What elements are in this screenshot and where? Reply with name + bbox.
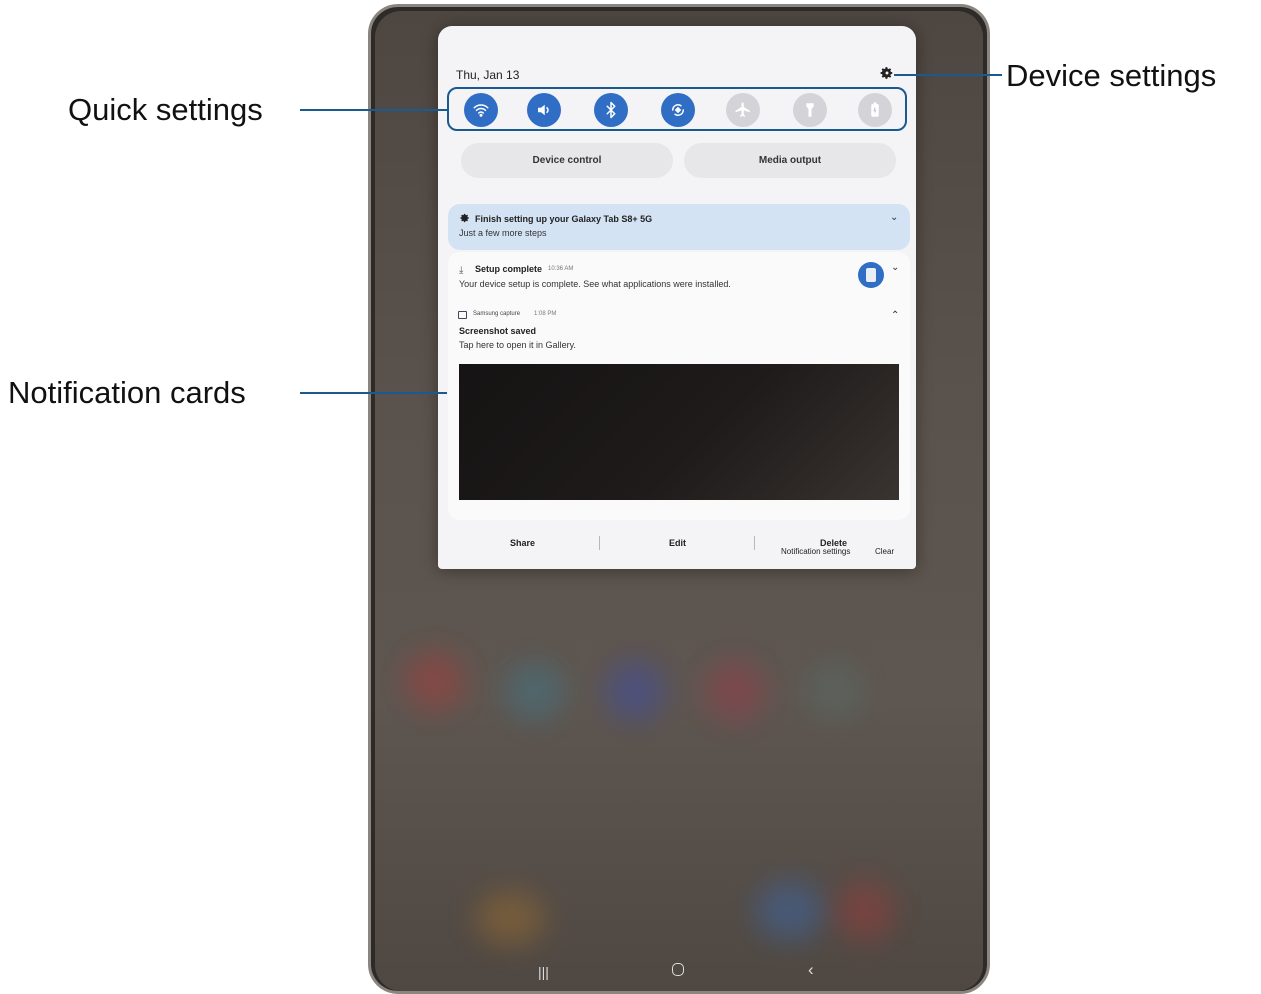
action-divider — [754, 536, 755, 550]
setup-prompt-title: Finish setting up your Galaxy Tab S8+ 5G — [475, 214, 653, 224]
notification-cards-callout: Notification cards — [8, 375, 246, 410]
setup-prompt-card[interactable]: Finish setting up your Galaxy Tab S8+ 5G… — [448, 204, 910, 250]
screenshot-body[interactable]: Tap here to open it in Gallery. — [459, 340, 576, 350]
screenshot-thumbnail[interactable] — [459, 364, 899, 500]
share-button[interactable]: Share — [510, 538, 535, 548]
capture-app-name: Samsung capture — [473, 311, 521, 317]
recents-icon[interactable]: ||| — [538, 964, 549, 980]
gear-icon — [460, 213, 469, 223]
setup-complete-body: Your device setup is complete. See what … — [459, 279, 731, 289]
device-control-button[interactable]: Device control — [461, 143, 673, 178]
edit-button[interactable]: Edit — [669, 538, 686, 548]
setup-complete-title: Setup complete — [475, 264, 543, 274]
gear-icon[interactable] — [880, 66, 894, 80]
screenshot-title: Screenshot saved — [459, 326, 537, 336]
chevron-down-icon[interactable]: ⌄ — [890, 212, 898, 223]
notification-cards-leader-line — [300, 392, 447, 394]
chevron-up-icon[interactable]: ⌃ — [891, 310, 899, 321]
media-output-button[interactable]: Media output — [684, 143, 896, 178]
clear-button[interactable]: Clear — [875, 547, 894, 556]
action-divider — [599, 536, 600, 550]
download-icon: ⤓ — [459, 265, 464, 276]
chevron-down-icon[interactable]: ⌄ — [891, 262, 899, 273]
back-icon[interactable]: ‹ — [808, 960, 814, 980]
device-settings-leader-line — [894, 74, 1002, 76]
setup-complete-time: 10:36 AM — [548, 266, 574, 272]
quick-settings-highlight — [447, 87, 907, 131]
notification-stack-card: ⤓ Setup complete 10:36 AM Your device se… — [448, 252, 910, 550]
quick-settings-leader-line — [300, 109, 447, 111]
date-label: Thu, Jan 13 — [456, 68, 520, 82]
home-icon[interactable] — [672, 963, 684, 976]
device-settings-callout: Device settings — [1006, 58, 1217, 93]
quick-settings-callout: Quick settings — [68, 92, 263, 127]
capture-time: 1:08 PM — [534, 311, 557, 317]
notification-settings-button[interactable]: Notification settings — [781, 547, 850, 556]
capture-icon — [458, 311, 467, 319]
setup-prompt-subtitle: Just a few more steps — [459, 228, 547, 238]
app-icon — [858, 262, 884, 288]
